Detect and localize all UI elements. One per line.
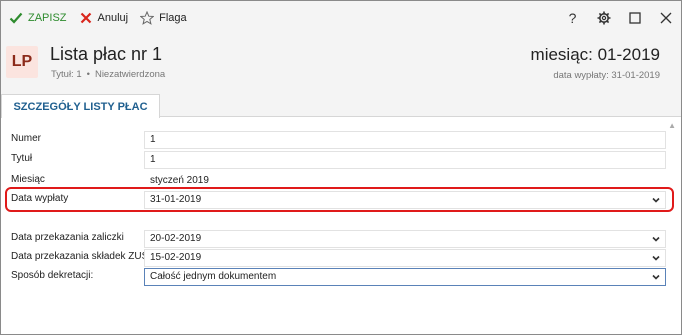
row-data-zus: Data przekazania składek ZUS 15-02-2019 bbox=[1, 248, 681, 268]
gear-icon bbox=[597, 11, 610, 25]
label-dekretacja: Sposób dekretacji: bbox=[11, 270, 94, 281]
save-label: ZAPISZ bbox=[28, 12, 67, 24]
close-icon bbox=[660, 12, 671, 24]
row-data-zaliczki: Data przekazania zaliczki 20-02-2019 bbox=[1, 229, 681, 249]
row-tytul: Tytuł 1 bbox=[1, 150, 681, 170]
data-zaliczki-value: 20-02-2019 bbox=[150, 233, 202, 244]
separator-dot: • bbox=[86, 69, 90, 80]
status-badge: Niezatwierdzona bbox=[94, 69, 166, 80]
cancel-button[interactable]: Anuluj bbox=[67, 1, 129, 35]
window-controls: ? bbox=[557, 1, 681, 35]
label-tytul: Tytuł bbox=[11, 153, 33, 164]
close-button[interactable] bbox=[650, 1, 681, 35]
label-data-zaliczki: Data przekazania zaliczki bbox=[11, 232, 124, 243]
highlight-outline bbox=[5, 187, 674, 212]
label-data-zus: Data przekazania składek ZUS bbox=[11, 251, 149, 262]
tytul-value: 1 bbox=[150, 154, 156, 165]
label-numer: Numer bbox=[11, 133, 42, 144]
pay-date-label: data wypłaty: 31-01-2019 bbox=[553, 70, 660, 81]
row-numer: Numer 1 bbox=[1, 130, 681, 150]
month-label: miesiąc: 01-2019 bbox=[530, 45, 660, 64]
flag-label: Flaga bbox=[159, 12, 187, 24]
subtitle-title-number: Tytuł: 1 bbox=[51, 69, 82, 80]
save-button[interactable]: ZAPISZ bbox=[1, 1, 67, 35]
miesiac-value: styczeń 2019 bbox=[150, 175, 209, 186]
maximize-button[interactable] bbox=[619, 1, 650, 35]
star-icon bbox=[139, 10, 155, 26]
flag-button[interactable]: Flaga bbox=[128, 1, 187, 35]
check-icon bbox=[8, 10, 24, 26]
dekretacja-select[interactable]: Całość jednym dokumentem bbox=[144, 268, 666, 286]
document-type-badge: LP bbox=[6, 46, 38, 78]
data-zus-value: 15-02-2019 bbox=[150, 252, 202, 263]
tab-payroll-details[interactable]: SZCZEGÓŁY LISTY PŁAC bbox=[1, 94, 160, 118]
chevron-down-icon bbox=[652, 274, 660, 280]
label-miesiac: Miesiąc bbox=[11, 174, 45, 185]
square-icon bbox=[628, 12, 641, 24]
chevron-down-icon bbox=[652, 236, 660, 242]
scroll-up-icon[interactable]: ▲ bbox=[668, 121, 676, 130]
document-subtitle: Tytuł: 1 • Niezatwierdzona bbox=[51, 69, 165, 80]
payroll-window: ZAPISZ Anuluj Flaga ? LP Lista płac nr 1… bbox=[0, 0, 682, 335]
data-zus-select[interactable]: 15-02-2019 bbox=[144, 249, 666, 267]
x-icon bbox=[78, 10, 94, 26]
page-title: Lista płac nr 1 bbox=[50, 44, 163, 64]
settings-button[interactable] bbox=[588, 1, 619, 35]
tytul-field[interactable]: 1 bbox=[144, 151, 666, 169]
toolbar: ZAPISZ Anuluj Flaga ? bbox=[1, 1, 681, 35]
row-dekretacja: Sposób dekretacji: Całość jednym dokumen… bbox=[1, 267, 681, 287]
chevron-down-icon bbox=[652, 255, 660, 261]
dekretacja-value: Całość jednym dokumentem bbox=[150, 271, 277, 282]
help-button[interactable]: ? bbox=[557, 1, 588, 35]
numer-field[interactable]: 1 bbox=[144, 131, 666, 149]
question-icon: ? bbox=[568, 10, 577, 26]
data-zaliczki-select[interactable]: 20-02-2019 bbox=[144, 230, 666, 248]
numer-value: 1 bbox=[150, 134, 156, 145]
cancel-label: Anuluj bbox=[97, 12, 129, 24]
